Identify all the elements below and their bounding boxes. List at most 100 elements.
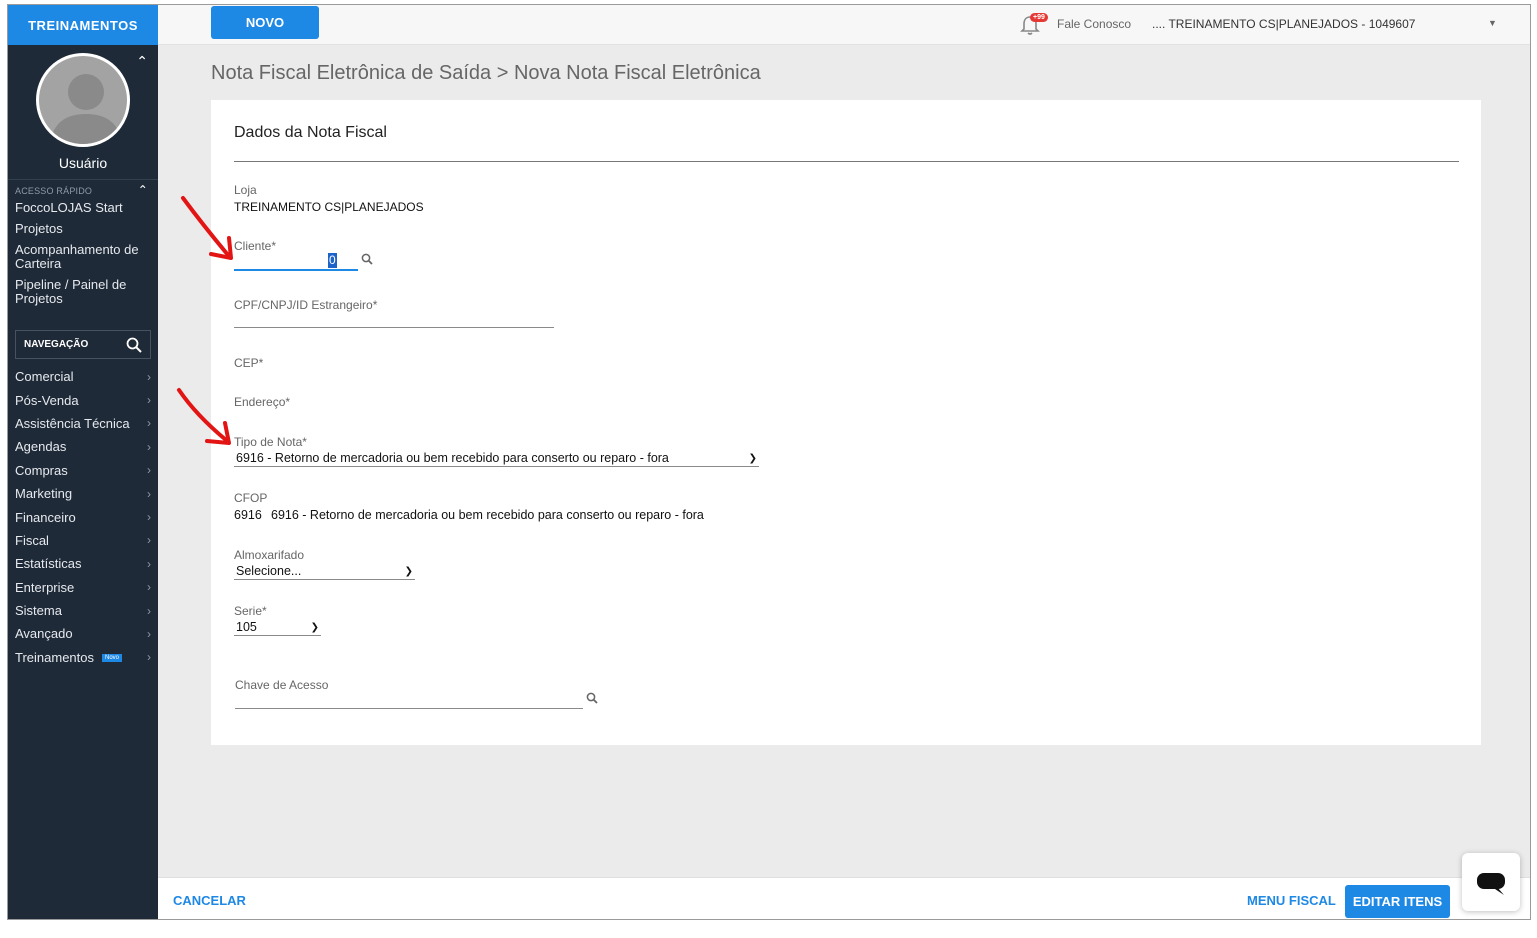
- nav-item-label: Treinamentos: [15, 649, 94, 665]
- quick-access-label: ACESSO RÁPIDO: [15, 186, 93, 196]
- caret-down-icon[interactable]: ▼: [1488, 18, 1497, 28]
- nav-item-label: Assistência Técnica: [15, 415, 130, 431]
- form-card: Dados da Nota Fiscal Loja TREINAMENTO CS…: [211, 100, 1481, 745]
- nav-item-pos-venda[interactable]: Pós-Venda ›: [15, 388, 151, 411]
- navigation-search[interactable]: NAVEGAÇÃO: [15, 330, 151, 359]
- tipo-nota-value: 6916 - Retorno de mercadoria ou bem rece…: [236, 451, 669, 465]
- nav-item-fiscal[interactable]: Fiscal ›: [15, 529, 151, 552]
- search-icon[interactable]: [126, 337, 142, 353]
- edit-items-button[interactable]: EDITAR ITENS: [1345, 885, 1450, 918]
- loja-value: TREINAMENTO CS|PLANEJADOS: [234, 200, 424, 214]
- cliente-input[interactable]: 0: [328, 253, 337, 268]
- chat-widget[interactable]: [1462, 853, 1520, 911]
- chevron-right-icon: ›: [147, 533, 151, 548]
- nav-item-label: Avançado: [15, 626, 73, 642]
- top-bar: NOVO +99 Fale Conosco .... TREINAMENTO C…: [158, 5, 1530, 45]
- annotation-arrow-icon: [181, 196, 233, 260]
- cpf-input[interactable]: [234, 327, 554, 328]
- annotation-arrow-icon: [177, 388, 231, 445]
- nav-item-label: Enterprise: [15, 579, 75, 595]
- quick-item-foccolojas-start[interactable]: FoccoLOJAS Start: [15, 198, 151, 219]
- chevron-right-icon: ›: [147, 580, 151, 595]
- new-badge: Novo: [102, 654, 123, 663]
- cpf-label: CPF/CNPJ/ID Estrangeiro*: [234, 298, 378, 312]
- quick-item-acompanhamento-de-carteira[interactable]: Acompanhamento de Carteira: [15, 240, 151, 275]
- nav-item-agendas[interactable]: Agendas ›: [15, 435, 151, 458]
- chevron-up-icon[interactable]: ⌃: [136, 53, 148, 70]
- cep-label: CEP*: [234, 356, 264, 370]
- serie-value: 105: [236, 620, 257, 634]
- chevron-right-icon: ›: [147, 393, 151, 408]
- cfop-label: CFOP: [234, 491, 268, 505]
- store-selector[interactable]: .... TREINAMENTO CS|PLANEJADOS - 1049607: [1152, 17, 1415, 31]
- almoxarifado-select[interactable]: Selecione... ❯: [234, 563, 415, 580]
- chevron-up-icon[interactable]: ⌃: [138, 183, 148, 197]
- form-title: Dados da Nota Fiscal: [234, 124, 387, 141]
- nav-item-label: Pós-Venda: [15, 392, 79, 408]
- chevron-right-icon: ›: [147, 486, 151, 501]
- nav-item-label: Fiscal: [15, 532, 49, 548]
- chave-input[interactable]: [235, 708, 583, 709]
- chevron-right-icon: ›: [147, 650, 151, 665]
- almoxarifado-label: Almoxarifado: [234, 548, 305, 562]
- quick-item-projetos[interactable]: Projetos: [15, 219, 151, 240]
- serie-label: Serie*: [234, 604, 267, 618]
- nav-item-label: Estatísticas: [15, 556, 82, 572]
- serie-select[interactable]: 105 ❯: [234, 619, 321, 636]
- breadcrumb: Nota Fiscal Eletrônica de Saída > Nova N…: [211, 62, 761, 84]
- nav-item-marketing[interactable]: Marketing ›: [15, 482, 151, 505]
- new-button[interactable]: NOVO: [211, 6, 319, 39]
- menu-fiscal-button[interactable]: MENU FISCAL: [1247, 893, 1336, 908]
- title-divider: [234, 161, 1459, 162]
- nav-item-avancado[interactable]: Avançado ›: [15, 622, 151, 645]
- search-icon[interactable]: [361, 253, 373, 265]
- cliente-underline: [234, 269, 358, 271]
- nav-item-label: Financeiro: [15, 509, 76, 525]
- tipo-nota-select[interactable]: 6916 - Retorno de mercadoria ou bem rece…: [234, 450, 759, 467]
- nav-item-assistencia-tecnica[interactable]: Assistência Técnica ›: [15, 412, 151, 435]
- nav-item-estatisticas[interactable]: Estatísticas ›: [15, 552, 151, 575]
- tipo-nota-label: Tipo de Nota*: [234, 435, 307, 449]
- nav-item-label: Sistema: [15, 603, 62, 619]
- chevron-down-icon: ❯: [310, 621, 319, 633]
- navigation-label: NAVEGAÇÃO: [24, 339, 89, 350]
- quick-item-pipeline[interactable]: Pipeline / Painel de Projetos: [15, 275, 151, 310]
- bottom-action-bar: CANCELAR MENU FISCAL EDITAR ITENS: [158, 877, 1530, 919]
- cancel-button[interactable]: CANCELAR: [173, 893, 246, 908]
- nav-item-sistema[interactable]: Sistema ›: [15, 599, 151, 622]
- chevron-right-icon: ›: [147, 556, 151, 571]
- chevron-right-icon: ›: [147, 510, 151, 525]
- nav-item-label: Comercial: [15, 369, 74, 385]
- nav-item-treinamentos[interactable]: Treinamentos Novo ›: [15, 646, 151, 669]
- chave-label: Chave de Acesso: [235, 678, 329, 692]
- brand-title[interactable]: TREINAMENTOS: [8, 5, 158, 45]
- endereco-label: Endereço*: [234, 395, 291, 409]
- almoxarifado-value: Selecione...: [236, 564, 302, 578]
- nav-item-label: Compras: [15, 462, 68, 478]
- chevron-right-icon: ›: [147, 463, 151, 478]
- nav-item-financeiro[interactable]: Financeiro ›: [15, 505, 151, 528]
- search-icon[interactable]: [586, 692, 598, 704]
- navigation-list: Comercial › Pós-Venda › Assistência Técnic…: [8, 365, 158, 669]
- chat-icon: [1477, 873, 1505, 895]
- chevron-down-icon: ❯: [404, 565, 413, 577]
- user-silhouette-icon: [49, 74, 123, 144]
- nav-item-label: Agendas: [15, 439, 67, 455]
- quick-access-header[interactable]: ACESSO RÁPIDO ⌃: [8, 179, 158, 198]
- cfop-description: 6916 - Retorno de mercadoria ou bem rece…: [271, 508, 704, 522]
- user-name: Usuário: [58, 155, 108, 171]
- avatar[interactable]: [36, 53, 130, 147]
- user-panel: ⌃ Usuário: [8, 45, 158, 175]
- chevron-right-icon: ›: [147, 369, 151, 384]
- app-window: TREINAMENTOS ⌃ Usuário ACESSO RÁPIDO ⌃ F…: [7, 4, 1531, 920]
- contact-link[interactable]: Fale Conosco: [1057, 17, 1131, 31]
- nav-item-enterprise[interactable]: Enterprise ›: [15, 576, 151, 599]
- notification-badge: +99: [1030, 13, 1048, 22]
- cfop-code: 6916: [234, 508, 262, 522]
- chevron-right-icon: ›: [147, 626, 151, 641]
- nav-item-comercial[interactable]: Comercial ›: [15, 365, 151, 388]
- chevron-right-icon: ›: [147, 439, 151, 454]
- sidebar: TREINAMENTOS ⌃ Usuário ACESSO RÁPIDO ⌃ F…: [8, 5, 158, 919]
- quick-access-list: FoccoLOJAS Start Projetos Acompanhamento…: [8, 198, 158, 310]
- nav-item-compras[interactable]: Compras ›: [15, 459, 151, 482]
